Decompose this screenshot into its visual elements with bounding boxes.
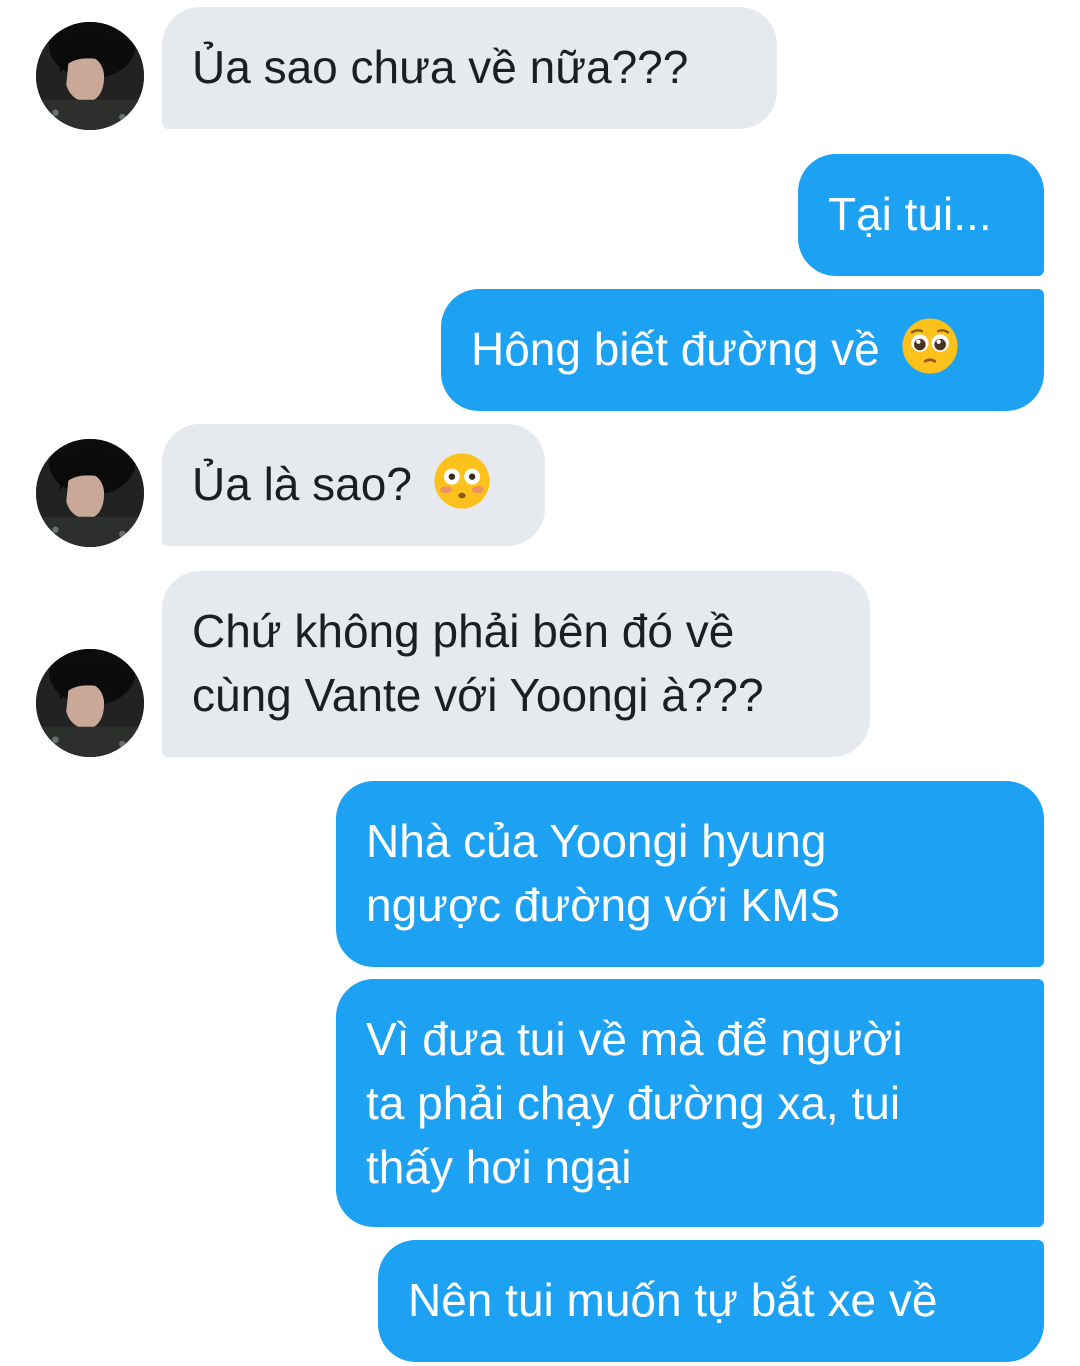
message-text: Nên tui muốn tự bắt xe về — [408, 1274, 938, 1326]
avatar[interactable] — [36, 22, 144, 130]
message-text-line-2: cùng Vante với Yoongi à??? — [192, 669, 764, 721]
message-text-line-1: Chứ không phải bên đó về — [192, 605, 735, 657]
message-bubble-outgoing[interactable]: Nhà của Yoongi hyung ngược đường với KMS — [336, 781, 1044, 967]
message-text: Ủa sao chưa về nữa??? — [192, 41, 689, 93]
user-avatar-icon — [36, 649, 144, 757]
message-bubble-outgoing[interactable]: Hông biết đường về — [441, 289, 1044, 411]
flushed-face-icon — [433, 452, 491, 510]
pleading-face-icon — [901, 317, 959, 375]
message-text-line-3: thấy hơi ngại — [366, 1141, 632, 1193]
message-text: Hông biết đường về — [471, 323, 880, 375]
avatar[interactable] — [36, 439, 144, 547]
message-text-line-1: Nhà của Yoongi hyung — [366, 815, 827, 867]
message-text: Ủa là sao? — [192, 458, 412, 510]
message-bubble-incoming[interactable]: Ủa sao chưa về nữa??? — [162, 7, 777, 129]
message-line: Ủa là sao? — [192, 452, 515, 516]
message-bubble-incoming[interactable]: Ủa là sao? — [162, 424, 545, 546]
message-bubble-outgoing[interactable]: Vì đưa tui về mà để người ta phải chạy đ… — [336, 979, 1044, 1227]
message-text-line-1: Vì đưa tui về mà để người — [366, 1013, 903, 1065]
message-bubble-outgoing[interactable]: Nên tui muốn tự bắt xe về — [378, 1240, 1044, 1362]
user-avatar-icon — [36, 439, 144, 547]
message-text-line-2: ta phải chạy đường xa, tui — [366, 1077, 901, 1129]
message-bubble-outgoing[interactable]: Tại tui... — [798, 154, 1044, 276]
user-avatar-icon — [36, 22, 144, 130]
message-text-line-2: ngược đường với KMS — [366, 879, 841, 931]
message-text: Tại tui... — [828, 188, 992, 240]
message-line: Hông biết đường về — [471, 317, 1014, 381]
message-bubble-incoming[interactable]: Chứ không phải bên đó về cùng Vante với … — [162, 571, 870, 757]
avatar[interactable] — [36, 649, 144, 757]
